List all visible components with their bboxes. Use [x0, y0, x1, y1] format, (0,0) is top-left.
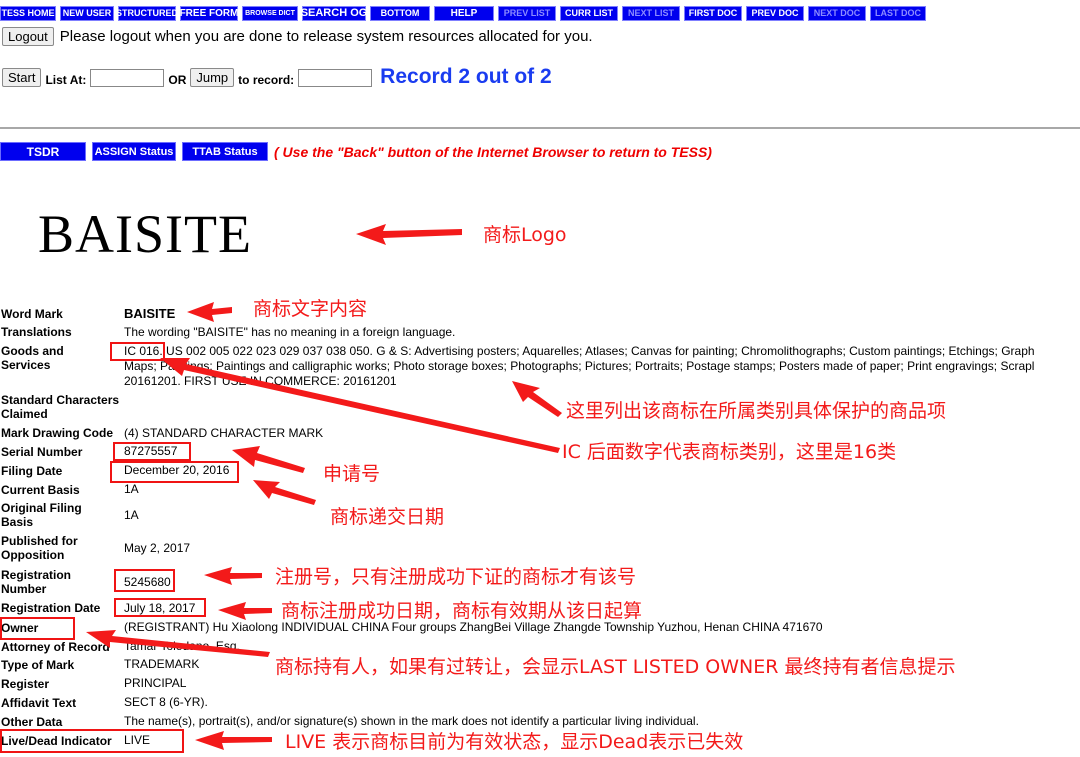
logout-button[interactable]: Logout	[2, 27, 54, 46]
field-label: Affidavit Text	[1, 696, 77, 710]
annotation-ic-class: IC 后面数字代表商标类别，这里是16类	[562, 441, 897, 463]
structured-button[interactable]: Structured	[116, 6, 178, 21]
curr-list-button[interactable]: Curr List	[560, 6, 618, 21]
annotation-logo: 商标Logo	[483, 224, 567, 246]
field-label: Translations	[1, 325, 72, 339]
field-label: Current Basis	[1, 483, 80, 497]
field-value: 1A	[124, 508, 139, 522]
field-value: 1A	[124, 482, 139, 496]
field-label: Standard Characters Claimed	[1, 393, 120, 421]
arrow-icon	[195, 731, 272, 750]
field-value-line: Maps; Paintings; Paintings and calligrap…	[124, 359, 1035, 373]
annotation-owner: 商标持有人，如果有过转让，会显示LAST LISTED OWNER 最终持有者信…	[275, 656, 956, 678]
field-value-line: 20161201. FIRST USE IN COMMERCE: 2016120…	[124, 374, 397, 388]
top-nav-bar: TESS Home New User Structured Free Form …	[0, 6, 926, 21]
field-label: Registration Number	[1, 568, 72, 596]
mark-logo-image: BAISITE	[38, 204, 252, 264]
field-label: Word Mark	[1, 307, 63, 321]
field-value: (4) STANDARD CHARACTER MARK	[124, 426, 324, 440]
start-button[interactable]: Start	[2, 68, 42, 87]
arrow-icon	[253, 480, 316, 505]
annotation-goods: 这里列出该商标在所属类别具体保护的商品项	[566, 400, 947, 422]
back-button-note: ( Use the "Back" button of the Internet …	[274, 143, 712, 160]
assign-status-button[interactable]: ASSIGN Status	[92, 142, 176, 161]
arrow-icon	[512, 381, 562, 417]
field-label: Published for Opposition	[1, 534, 78, 562]
first-doc-button[interactable]: First Doc	[684, 6, 742, 21]
tsdr-button[interactable]: TSDR	[0, 142, 86, 161]
free-form-button[interactable]: Free Form	[180, 6, 238, 21]
prev-doc-button[interactable]: Prev Doc	[746, 6, 804, 21]
registration-number-highlight-box	[114, 569, 175, 592]
field-label: Registration Date	[1, 601, 101, 615]
jump-button[interactable]: Jump	[190, 68, 235, 87]
annotation-word-mark: 商标文字内容	[253, 298, 368, 320]
help-button[interactable]: HELP	[434, 6, 494, 21]
record-status: Record 2 out of 2	[380, 65, 552, 88]
field-label: Serial Number	[1, 445, 83, 459]
prev-list-button[interactable]: Prev List	[498, 6, 556, 21]
owner-highlight-box	[0, 617, 75, 640]
field-value: May 2, 2017	[124, 541, 191, 555]
arrow-icon	[232, 446, 305, 473]
or-label: OR	[168, 73, 187, 87]
field-label: Other Data	[1, 715, 63, 729]
field-value: BAISITE	[124, 306, 176, 321]
field-value: The wording "BAISITE" has no meaning in …	[124, 325, 456, 339]
ic-class-highlight-box	[110, 342, 165, 361]
ttab-status-button[interactable]: TTAB Status	[182, 142, 268, 161]
field-value: SECT 8 (6-YR).	[124, 695, 208, 709]
record-navigation: Start List At: OR Jump to record: Record…	[2, 66, 552, 87]
status-bar: TSDR ASSIGN Status TTAB Status ( Use the…	[0, 142, 712, 161]
field-value: Tamar Toledano, Esq.	[124, 639, 240, 653]
arrow-icon	[204, 567, 262, 585]
annotation-registration-date: 商标注册成功日期，商标有效期从该日起算	[281, 600, 643, 622]
field-label: Goods and Services	[1, 344, 64, 372]
annotation-registration-number: 注册号，只有注册成功下证的商标才有该号	[275, 566, 637, 588]
next-doc-button[interactable]: Next Doc	[808, 6, 866, 21]
to-record-label: to record:	[238, 73, 295, 87]
arrow-icon	[218, 602, 272, 620]
logout-message: Please logout when you are done to relea…	[59, 28, 593, 45]
annotation-filing-date: 商标递交日期	[330, 506, 445, 528]
divider	[0, 127, 1080, 129]
annotation-live-dead: LIVE 表示商标目前为有效状态，显示Dead表示已失效	[285, 731, 744, 753]
field-label: Mark Drawing Code	[1, 426, 114, 440]
registration-date-highlight-box	[114, 598, 206, 617]
search-og-button[interactable]: SEARCH OG	[301, 6, 367, 21]
live-dead-highlight-box	[0, 729, 184, 753]
to-record-input[interactable]	[298, 69, 373, 87]
field-label: Filing Date	[1, 464, 63, 478]
filing-date-highlight-box	[110, 461, 239, 483]
annotation-serial: 申请号	[323, 463, 381, 485]
arrow-icon	[356, 224, 462, 245]
field-value: PRINCIPAL	[124, 676, 187, 690]
last-doc-button[interactable]: Last Doc	[870, 6, 926, 21]
list-at-input[interactable]	[90, 69, 165, 87]
tess-home-button[interactable]: TESS Home	[0, 6, 56, 21]
arrow-icon	[187, 302, 232, 322]
next-list-button[interactable]: Next List	[622, 6, 680, 21]
field-value-line: IC 016. US 002 005 022 023 029 037 038 0…	[124, 344, 1035, 358]
field-value: TRADEMARK	[124, 657, 200, 671]
browse-dict-button[interactable]: Browse Dict	[242, 6, 298, 21]
field-label: Register	[1, 677, 50, 691]
new-user-button[interactable]: New User	[60, 6, 114, 21]
list-at-label: List At:	[45, 73, 87, 87]
bottom-button[interactable]: Bottom	[370, 6, 430, 21]
field-label: Original Filing Basis	[1, 501, 82, 529]
field-label: Type of Mark	[1, 658, 75, 672]
logout-row: Logout Please logout when you are done t…	[2, 27, 593, 46]
field-label: Attorney of Record	[1, 640, 110, 654]
serial-number-highlight-box	[113, 442, 191, 461]
